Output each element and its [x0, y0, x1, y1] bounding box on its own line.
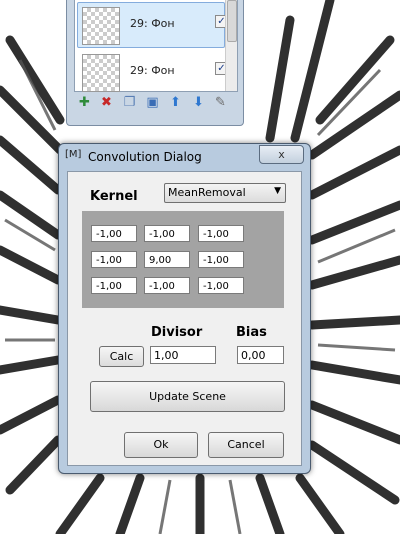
close-button[interactable]: x [259, 145, 304, 164]
properties-icon[interactable]: ✎ [213, 95, 228, 110]
add-layer-icon[interactable]: ✚ [77, 95, 92, 110]
layer-row[interactable]: 29: Фон ✓ [77, 49, 228, 95]
dialog-client-area: Kernel MeanRemoval ▼ -1,00 -1,00 -1,00 -… [67, 171, 302, 466]
kernel-cell[interactable]: -1,00 [144, 277, 190, 294]
cancel-button[interactable]: Cancel [208, 432, 284, 458]
layers-list: 29: Фон ✓ 29: Фон ✓ [74, 0, 238, 92]
move-up-icon[interactable]: ⬆ [168, 95, 183, 110]
kernel-matrix: -1,00 -1,00 -1,00 -1,00 9,00 -1,00 -1,00… [82, 211, 284, 308]
layer-row[interactable]: 29: Фон ✓ [77, 2, 228, 48]
bias-field[interactable]: 0,00 [237, 346, 284, 364]
chevron-down-icon: ▼ [274, 186, 281, 196]
kernel-cell[interactable]: -1,00 [91, 225, 137, 242]
scrollbar-thumb[interactable] [227, 0, 237, 42]
dialog-title: Convolution Dialog [88, 150, 202, 164]
layer-thumbnail [82, 7, 120, 45]
update-scene-button[interactable]: Update Scene [90, 381, 285, 412]
delete-layer-icon[interactable]: ✖ [99, 95, 114, 110]
kernel-cell[interactable]: -1,00 [91, 277, 137, 294]
kernel-cell[interactable]: 9,00 [144, 251, 190, 268]
kernel-cell[interactable]: -1,00 [144, 225, 190, 242]
kernel-cell[interactable]: -1,00 [198, 277, 244, 294]
layer-name: 29: Фон [130, 64, 175, 77]
layers-scrollbar[interactable] [225, 0, 237, 91]
bias-label: Bias [236, 325, 267, 340]
app-icon: [M] [65, 149, 82, 160]
calc-button[interactable]: Calc [99, 346, 144, 367]
kernel-cell[interactable]: -1,00 [198, 251, 244, 268]
dialog-titlebar[interactable]: [M] Convolution Dialog x [59, 144, 310, 170]
kernel-label: Kernel [90, 189, 138, 204]
divisor-label: Divisor [151, 325, 203, 340]
divisor-field[interactable]: 1,00 [150, 346, 216, 364]
kernel-cell[interactable]: -1,00 [198, 225, 244, 242]
kernel-preset-select[interactable]: MeanRemoval ▼ [164, 183, 286, 203]
merge-down-icon[interactable]: ▣ [145, 95, 160, 110]
kernel-preset-value: MeanRemoval [168, 186, 246, 199]
layers-panel: 29: Фон ✓ 29: Фон ✓ ✚ ✖ ❐ ▣ ⬆ ⬇ ✎ [66, 0, 244, 126]
layer-name: 29: Фон [130, 17, 175, 30]
layer-thumbnail [82, 54, 120, 92]
kernel-cell[interactable]: -1,00 [91, 251, 137, 268]
move-down-icon[interactable]: ⬇ [191, 95, 206, 110]
duplicate-layer-icon[interactable]: ❐ [122, 95, 137, 110]
ok-button[interactable]: Ok [124, 432, 198, 458]
convolution-dialog: [M] Convolution Dialog x Kernel MeanRemo… [58, 143, 311, 474]
